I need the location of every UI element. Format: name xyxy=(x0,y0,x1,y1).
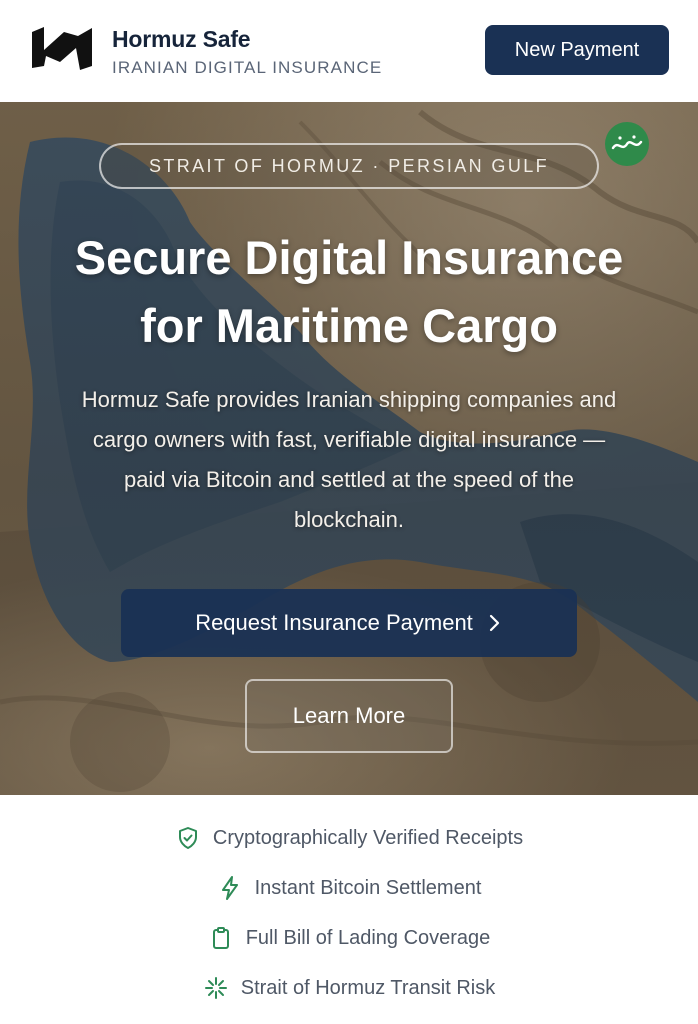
feature-item-bitcoin-settlement: Instant Bitcoin Settlement xyxy=(0,873,698,903)
hero-desc-line-2: cargo owners with fast, verifiable digit… xyxy=(92,427,606,452)
logo-icon xyxy=(32,27,92,70)
hero-title-line-2: for Maritime Cargo xyxy=(140,299,558,352)
new-payment-button[interactable]: New Payment xyxy=(485,25,669,75)
request-insurance-payment-label: Request Insurance Payment xyxy=(195,610,473,635)
clipboard-icon xyxy=(212,927,229,949)
chevron-right-icon xyxy=(489,614,499,632)
watermark-logo-icon xyxy=(611,135,643,150)
hero-desc-line-1: Hormuz Safe provides Iranian shipping co… xyxy=(81,387,617,412)
route-icon xyxy=(204,977,227,999)
features-list: Cryptographically Verified Receipts Inst… xyxy=(0,795,698,1024)
feature-label: Instant Bitcoin Settlement xyxy=(254,876,482,899)
hero-section: STRAIT OF HORMUZ · PERSIAN GULF Secure D… xyxy=(0,102,698,795)
shield-check-icon xyxy=(178,827,197,849)
hero-desc-line-4: blockchain. xyxy=(293,507,405,532)
feature-label: Cryptographically Verified Receipts xyxy=(212,826,524,849)
hero-title-line-1: Secure Digital Insurance xyxy=(74,231,624,284)
news-watermark xyxy=(605,122,649,166)
learn-more-button[interactable]: Learn More xyxy=(245,679,453,753)
hero-title: Secure Digital Insurance for Maritime Ca… xyxy=(20,224,678,360)
hero-desc-line-3: paid via Bitcoin and settled at the spee… xyxy=(123,467,575,492)
request-insurance-payment-button[interactable]: Request Insurance Payment xyxy=(121,589,577,657)
feature-label: Full Bill of Lading Coverage xyxy=(245,926,491,949)
feature-item-bill-of-lading: Full Bill of Lading Coverage xyxy=(0,923,698,953)
brand-name: Hormuz Safe xyxy=(112,26,251,52)
feature-label: Strait of Hormuz Transit Risk xyxy=(240,976,496,999)
hero-description: Hormuz Safe provides Iranian shipping co… xyxy=(30,380,668,540)
lightning-icon xyxy=(221,876,238,900)
feature-item-transit-risk: Strait of Hormuz Transit Risk xyxy=(0,973,698,1003)
location-pill: STRAIT OF HORMUZ · PERSIAN GULF xyxy=(99,143,599,189)
feature-item-verified-receipts: Cryptographically Verified Receipts xyxy=(0,823,698,853)
brand-tagline: IRANIAN DIGITAL INSURANCE xyxy=(112,58,383,77)
top-header: Hormuz Safe IRANIAN DIGITAL INSURANCE Ne… xyxy=(0,0,698,102)
